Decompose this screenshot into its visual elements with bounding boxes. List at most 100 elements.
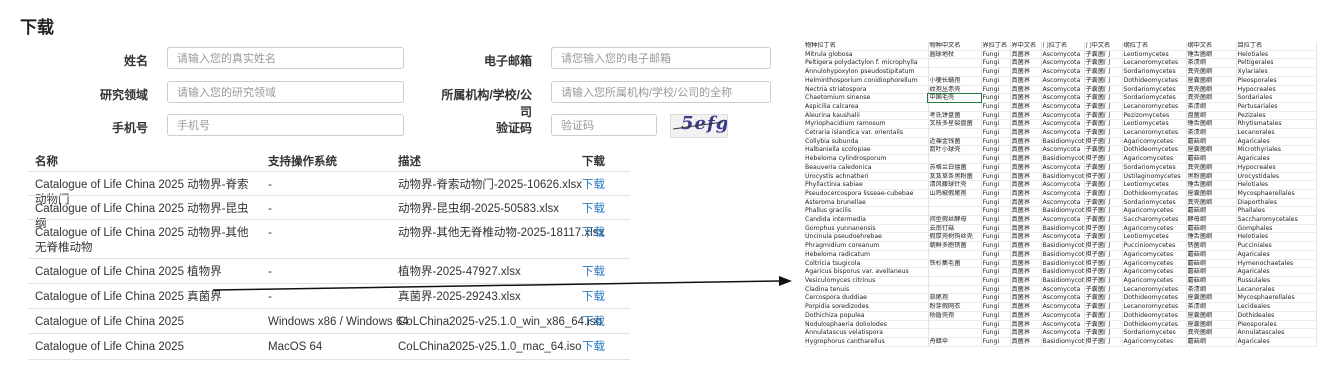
sheet-cell[interactable]: Lecanoromycetes xyxy=(1122,102,1187,112)
sheet-cell[interactable]: 真菌界 xyxy=(1010,337,1042,347)
sheet-cell[interactable]: Candida intermedia xyxy=(804,215,929,225)
sheet-cell[interactable]: Xylariales xyxy=(1236,67,1317,77)
sheet-cell[interactable]: 担子菌门 xyxy=(1084,224,1123,234)
sheet-cell[interactable] xyxy=(928,102,982,112)
sheet-cell[interactable]: Peltigerales xyxy=(1236,58,1317,69)
sheet-cell[interactable]: Ascomycota xyxy=(1041,215,1085,225)
sheet-cell[interactable]: 锤舌菌纲 xyxy=(1186,232,1237,243)
sheet-cell[interactable]: Hymenochaetales xyxy=(1236,259,1317,269)
sheet-cell[interactable]: Aspicilia calcarea xyxy=(804,102,929,112)
sheet-cell[interactable]: Hebeloma radicatum xyxy=(804,250,929,260)
sheet-cell[interactable]: Ascomycota xyxy=(1041,50,1085,60)
sheet-cell[interactable] xyxy=(928,320,982,330)
sheet-cell[interactable]: 子囊菌门 xyxy=(1084,85,1123,95)
sheet-cell[interactable]: Leotiomycetes xyxy=(1122,232,1187,243)
sheet-cell[interactable]: Fungi xyxy=(981,267,1011,277)
sheet-cell[interactable]: Fungi xyxy=(981,276,1011,286)
sheet-cell[interactable]: Agaricales xyxy=(1236,154,1317,164)
sheet-cell[interactable]: Rhytismatales xyxy=(1236,119,1317,130)
sheet-cell[interactable]: Fungi xyxy=(981,119,1011,130)
sheet-cell[interactable]: Dothideomycetes xyxy=(1122,189,1187,199)
sheet-cell[interactable]: 纹孢丛赤壳 xyxy=(928,85,982,95)
sheet-cell[interactable]: Phragmidium coreanum xyxy=(804,241,929,251)
sheet-cell[interactable]: Annulatascus velatispora xyxy=(804,328,929,338)
sheet-cell[interactable]: Ascomycota xyxy=(1041,58,1085,69)
sheet-cell[interactable] xyxy=(928,285,982,295)
sheet-cell[interactable]: 蘑菇纲 xyxy=(1186,206,1237,217)
sheet-cell[interactable] xyxy=(928,198,982,208)
sheet-cell[interactable]: Agaricus bisporus var. avellaneus xyxy=(804,267,929,277)
sheet-cell[interactable]: 真菌界 xyxy=(1010,58,1042,69)
sheet-cell[interactable]: 子囊菌门 xyxy=(1084,145,1123,156)
sheet-cell[interactable]: Ustilaginomycetes xyxy=(1122,172,1187,182)
sheet-cell[interactable]: Fungi xyxy=(981,337,1011,347)
sheet-cell[interactable]: 真菌界 xyxy=(1010,215,1042,225)
sheet-cell[interactable] xyxy=(928,58,982,69)
sheet-cell[interactable]: 真菌界 xyxy=(1010,102,1042,112)
sheet-cell[interactable]: Basidiomycota xyxy=(1041,154,1085,164)
sheet-cell[interactable]: Phallales xyxy=(1236,206,1317,217)
sheet-cell[interactable]: 黑粉菌纲 xyxy=(1186,172,1237,182)
sheet-cell[interactable]: 小梗长蠕孢 xyxy=(928,76,982,86)
sheet-cell[interactable]: 纲拉丁名 xyxy=(1122,42,1187,51)
sheet-cell[interactable]: Ascomycota xyxy=(1041,67,1085,77)
sheet-cell[interactable]: Lecanorales xyxy=(1236,285,1317,295)
sheet-cell[interactable]: 子囊菌门 xyxy=(1084,102,1123,112)
sheet-cell[interactable]: 担子菌门 xyxy=(1084,241,1123,251)
sheet-cell[interactable]: Saccharomycetes xyxy=(1122,215,1187,225)
sheet-cell[interactable]: 真菌界 xyxy=(1010,311,1042,321)
sheet-cell[interactable]: 铁杉集毛菌 xyxy=(928,259,982,269)
sheet-cell[interactable]: 真菌界 xyxy=(1010,302,1042,312)
sheet-cell[interactable]: 真菌界 xyxy=(1010,206,1042,217)
sheet-cell[interactable]: 箭叶小球壳 xyxy=(928,145,982,156)
sheet-cell[interactable]: Agaricomycetes xyxy=(1122,250,1187,260)
sheet-cell[interactable]: Collybia subunda xyxy=(804,137,929,147)
sheet-cell[interactable]: 物种拉丁名 xyxy=(804,42,929,51)
sheet-cell[interactable] xyxy=(928,328,982,338)
sheet-cell[interactable]: Annulatascales xyxy=(1236,328,1317,338)
sheet-cell[interactable]: 茶渍纲 xyxy=(1186,102,1237,112)
sheet-cell[interactable]: Helotiales xyxy=(1236,232,1317,243)
sheet-cell[interactable]: Sordariomycetes xyxy=(1122,198,1187,208)
sheet-cell[interactable]: Fungi xyxy=(981,67,1011,77)
sheet-cell[interactable] xyxy=(928,250,982,260)
sheet-cell[interactable]: Fungi xyxy=(981,285,1011,295)
sheet-cell[interactable]: 担子菌门 xyxy=(1084,154,1123,164)
sheet-cell[interactable]: 酵母纲 xyxy=(1186,215,1237,225)
sheet-cell[interactable]: Dothideomycetes xyxy=(1122,293,1187,304)
sheet-cell[interactable]: Ascomycota xyxy=(1041,76,1085,86)
sheet-cell[interactable]: Basidiomycota xyxy=(1041,259,1085,269)
sheet-cell[interactable]: Sordariomycetes xyxy=(1122,328,1187,338)
sheet-cell[interactable]: 子囊菌门 xyxy=(1084,128,1123,138)
sheet-cell[interactable]: 子囊菌门 xyxy=(1084,215,1123,225)
sheet-cell[interactable]: Fungi xyxy=(981,302,1011,312)
sheet-cell[interactable]: 真菌界 xyxy=(1010,128,1042,138)
sheet-cell[interactable]: Fungi xyxy=(981,58,1011,69)
sheet-cell[interactable]: Hebeloma cylindrosporum xyxy=(804,154,929,164)
sheet-cell[interactable]: Gomphus yunnanensis xyxy=(804,224,929,234)
sheet-cell[interactable]: Chaetomium sinense xyxy=(804,93,929,103)
sheet-cell[interactable]: Nodulosphaeria doliolodes xyxy=(804,320,929,330)
sheet-cell[interactable]: Fungi xyxy=(981,137,1011,147)
sheet-cell[interactable]: Basidiomycota xyxy=(1041,137,1085,147)
sheet-cell[interactable]: Saccharomycetales xyxy=(1236,215,1317,225)
sheet-cell[interactable]: 子囊菌门 xyxy=(1084,189,1123,199)
sheet-cell[interactable]: Leotiomycetes xyxy=(1122,119,1187,130)
sheet-cell[interactable]: Hypocreales xyxy=(1236,85,1317,95)
sheet-cell[interactable]: Fungi xyxy=(981,145,1011,156)
sheet-cell[interactable]: 真菌界 xyxy=(1010,145,1042,156)
sheet-cell[interactable]: 真菌界 xyxy=(1010,50,1042,60)
sheet-cell[interactable]: Agaricales xyxy=(1236,337,1317,347)
sheet-cell[interactable]: Sordariales xyxy=(1236,93,1317,103)
sheet-cell[interactable]: Ascomycota xyxy=(1041,128,1085,138)
sheet-cell[interactable]: 担子菌门 xyxy=(1084,250,1123,260)
sheet-cell[interactable]: Pucciniales xyxy=(1236,241,1317,251)
sheet-cell[interactable]: Fungi xyxy=(981,172,1011,182)
sheet-cell[interactable]: 门中文名 xyxy=(1084,42,1123,51)
sheet-cell[interactable]: Pertusariales xyxy=(1236,102,1317,112)
sheet-cell[interactable]: 子囊菌门 xyxy=(1084,293,1123,304)
sheet-cell[interactable]: 粪壳菌纲 xyxy=(1186,93,1237,103)
sheet-cell[interactable]: Russulales xyxy=(1236,276,1317,286)
sheet-cell[interactable]: 圆球地杖 xyxy=(928,50,982,60)
sheet-cell[interactable]: 蘑菇纲 xyxy=(1186,276,1237,286)
